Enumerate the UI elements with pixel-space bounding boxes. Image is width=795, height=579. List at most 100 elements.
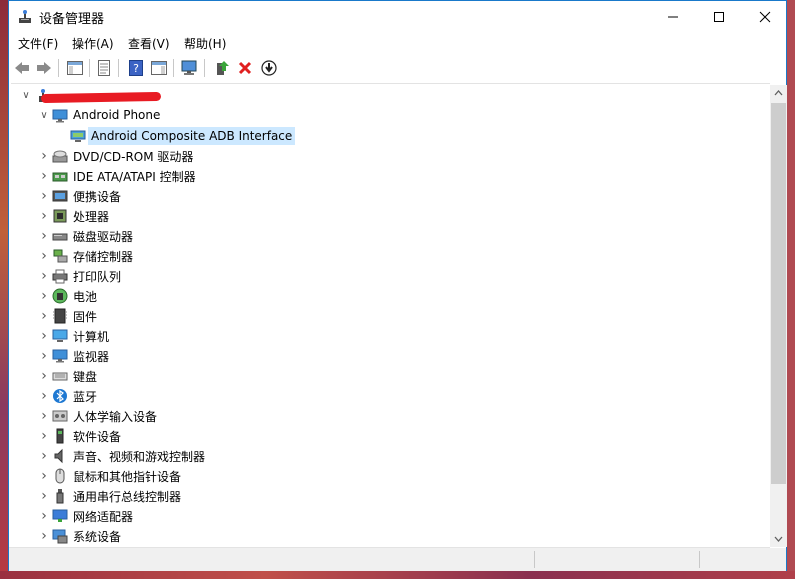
tree-category-item[interactable]: › 鼠标和其他指针设备 bbox=[11, 466, 766, 486]
properties-button[interactable] bbox=[94, 58, 114, 78]
device-manager-icon bbox=[19, 10, 31, 23]
tree-item-label: 电池 bbox=[73, 290, 98, 304]
storage-controller-icon bbox=[53, 249, 68, 263]
svg-text:?: ? bbox=[133, 62, 139, 75]
expand-arrow-icon[interactable]: › bbox=[39, 369, 49, 383]
monitor-icon bbox=[52, 109, 68, 123]
tree-item-label: 鼠标和其他指针设备 bbox=[73, 470, 182, 484]
show-hide-console-tree-button[interactable] bbox=[65, 58, 85, 78]
update-driver-icon bbox=[217, 61, 229, 75]
software-device-icon bbox=[56, 428, 64, 444]
vertical-scrollbar[interactable] bbox=[770, 85, 787, 547]
tree-root[interactable]: ∨ bbox=[11, 86, 766, 106]
speaker-icon bbox=[54, 448, 63, 464]
expand-arrow-icon[interactable]: › bbox=[39, 349, 49, 363]
update-driver-button[interactable] bbox=[212, 58, 232, 78]
title-bar[interactable]: 设备管理器 bbox=[9, 1, 786, 32]
disable-device-button[interactable] bbox=[259, 58, 279, 78]
tree-item-label: 计算机 bbox=[73, 330, 110, 344]
uninstall-x-icon bbox=[238, 61, 252, 75]
tree-category-item[interactable]: › 系统设备 bbox=[11, 526, 766, 546]
expand-arrow-icon[interactable]: › bbox=[39, 489, 49, 503]
tree-category-item[interactable]: › 便携设备 bbox=[11, 186, 766, 206]
expand-arrow-icon[interactable]: › bbox=[39, 429, 49, 443]
tree-device-item[interactable]: Android Composite ADB Interface bbox=[11, 126, 766, 146]
expand-arrow-icon[interactable]: › bbox=[39, 389, 49, 403]
tree-category-item[interactable]: ∨ Android Phone bbox=[11, 106, 766, 126]
bluetooth-icon bbox=[53, 389, 67, 403]
disable-device-icon bbox=[261, 60, 277, 76]
expand-arrow-icon[interactable]: › bbox=[39, 329, 49, 343]
close-button[interactable] bbox=[742, 1, 788, 32]
ide-controller-icon bbox=[52, 172, 68, 182]
tree-category-item[interactable]: › 监视器 bbox=[11, 346, 766, 366]
back-button[interactable] bbox=[12, 58, 32, 78]
tree-category-item[interactable]: › 计算机 bbox=[11, 326, 766, 346]
device-tree: ∨ ∨ Android Phone Android Composite ADB In… bbox=[11, 83, 770, 546]
computer-icon bbox=[52, 329, 68, 342]
portable-device-icon bbox=[52, 190, 68, 202]
collapse-arrow-icon[interactable]: ∨ bbox=[21, 89, 31, 103]
tree-category-item[interactable]: › 处理器 bbox=[11, 206, 766, 226]
tree-category-item[interactable]: › 通用串行总线控制器 bbox=[11, 486, 766, 506]
tree-item-label: 打印队列 bbox=[73, 270, 122, 284]
tree-category-item[interactable]: › 人体学输入设备 bbox=[11, 406, 766, 426]
hid-icon bbox=[52, 410, 68, 422]
tree-item-label: 磁盘驱动器 bbox=[73, 230, 134, 244]
expand-arrow-icon[interactable]: › bbox=[39, 509, 49, 523]
menu-action[interactable]: 操作(A) bbox=[72, 35, 114, 52]
tree-item-label: DVD/CD-ROM 驱动器 bbox=[73, 150, 194, 164]
tree-category-item[interactable]: › 声音、视频和游戏控制器 bbox=[11, 446, 766, 466]
expand-arrow-icon[interactable]: › bbox=[39, 469, 49, 483]
scroll-down-icon[interactable] bbox=[774, 534, 783, 543]
tree-category-item[interactable]: › 软件设备 bbox=[11, 426, 766, 446]
menu-file[interactable]: 文件(F) bbox=[18, 35, 58, 52]
expand-arrow-icon[interactable]: › bbox=[39, 449, 49, 463]
mouse-icon bbox=[55, 468, 65, 484]
expand-arrow-icon[interactable]: › bbox=[39, 529, 49, 543]
tree-category-item[interactable]: › 网络适配器 bbox=[11, 506, 766, 526]
tree-category-item[interactable]: › 打印队列 bbox=[11, 266, 766, 286]
minimize-button[interactable] bbox=[650, 1, 696, 32]
expand-arrow-icon[interactable]: › bbox=[39, 309, 49, 323]
toolbar: ? bbox=[9, 55, 786, 81]
forward-button[interactable] bbox=[34, 58, 54, 78]
expand-arrow-icon[interactable]: › bbox=[39, 249, 49, 263]
expand-arrow-icon[interactable]: › bbox=[39, 409, 49, 423]
expand-arrow-icon[interactable]: › bbox=[39, 209, 49, 223]
device-manager-window: 设备管理器 文件(F) 操作(A) 查看(V) 帮助(H) ? ∨ ∨ Andr… bbox=[8, 0, 787, 571]
expand-arrow-icon[interactable]: › bbox=[39, 289, 49, 303]
expand-arrow-icon[interactable]: › bbox=[39, 189, 49, 203]
tree-category-item[interactable]: › 磁盘驱动器 bbox=[11, 226, 766, 246]
tree-item-label: 监视器 bbox=[73, 350, 110, 364]
tree-category-item[interactable]: › 固件 bbox=[11, 306, 766, 326]
help-button[interactable]: ? bbox=[126, 58, 146, 78]
maximize-button[interactable] bbox=[696, 1, 742, 32]
expand-arrow-icon[interactable]: › bbox=[39, 269, 49, 283]
tree-item-label: Android Composite ADB Interface bbox=[88, 127, 296, 145]
tree-item-label: 存储控制器 bbox=[73, 250, 134, 264]
scan-hardware-button[interactable] bbox=[180, 58, 200, 78]
menu-help[interactable]: 帮助(H) bbox=[184, 35, 226, 52]
collapse-arrow-icon[interactable]: ∨ bbox=[39, 109, 49, 123]
tree-category-item[interactable]: › 电池 bbox=[11, 286, 766, 306]
scan-hardware-icon bbox=[181, 60, 197, 75]
printer-icon bbox=[52, 269, 68, 284]
scroll-up-icon[interactable] bbox=[774, 89, 783, 98]
tree-item-label: 系统设备 bbox=[73, 530, 122, 544]
expand-arrow-icon[interactable]: › bbox=[39, 229, 49, 243]
tree-item-label: 键盘 bbox=[73, 370, 98, 384]
redaction-mark bbox=[40, 91, 162, 104]
tree-category-item[interactable]: › IDE ATA/ATAPI 控制器 bbox=[11, 166, 766, 186]
menu-view[interactable]: 查看(V) bbox=[128, 35, 170, 52]
tree-category-item[interactable]: › 蓝牙 bbox=[11, 386, 766, 406]
tree-item-label: 软件设备 bbox=[73, 430, 122, 444]
action-pane-button[interactable] bbox=[149, 58, 169, 78]
expand-arrow-icon[interactable]: › bbox=[39, 149, 49, 163]
tree-category-item[interactable]: › 存储控制器 bbox=[11, 246, 766, 266]
expand-arrow-icon[interactable]: › bbox=[39, 169, 49, 183]
scrollbar-thumb[interactable] bbox=[771, 103, 786, 484]
tree-category-item[interactable]: › DVD/CD-ROM 驱动器 bbox=[11, 146, 766, 166]
tree-category-item[interactable]: › 键盘 bbox=[11, 366, 766, 386]
uninstall-device-button[interactable] bbox=[235, 58, 255, 78]
